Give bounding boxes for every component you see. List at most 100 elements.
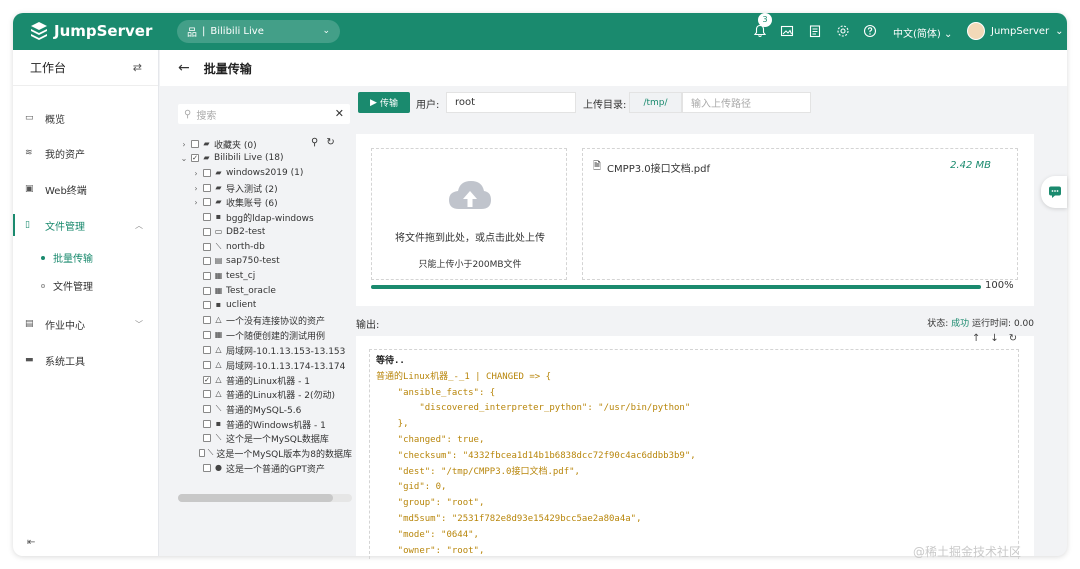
- sidebar-item-job-center[interactable]: ▤ 作业中心 ﹀: [13, 313, 159, 335]
- file-item[interactable]: 🗎 CMPP3.0接口文档.pdf: [593, 159, 1007, 176]
- image-icon[interactable]: [780, 24, 794, 38]
- swap-icon[interactable]: ⇄: [133, 61, 142, 74]
- tree-checkbox[interactable]: [203, 346, 211, 354]
- watermark: @稀土掘金技术社区: [913, 545, 1022, 559]
- tree-node[interactable]: ▦ Test_oracle: [192, 284, 276, 298]
- tree-checkbox[interactable]: ✓: [191, 154, 199, 162]
- jumpserver-logo-icon: [31, 22, 47, 40]
- console-line: 等待..: [376, 356, 405, 366]
- tree-checkbox[interactable]: [203, 464, 211, 472]
- tree-node-label: Bilibili Live (18): [214, 153, 284, 163]
- tree-node[interactable]: ▪ bgg的ldap-windows: [192, 210, 314, 224]
- tree-node[interactable]: ▭ DB2-test: [192, 225, 265, 239]
- refresh-icon[interactable]: ↻: [1009, 333, 1017, 344]
- scrollbar-thumb[interactable]: [178, 494, 333, 502]
- tree-node[interactable]: ● 这是一个普通的GPT资产: [192, 461, 325, 475]
- upload-path-input[interactable]: 输入上传路径: [682, 92, 811, 113]
- expand-toggle-icon[interactable]: ⌄: [180, 154, 188, 163]
- tree-checkbox[interactable]: [203, 434, 211, 442]
- sidebar-sub-batch-transfer[interactable]: 批量传输: [41, 250, 93, 265]
- expand-toggle-icon[interactable]: ›: [192, 198, 200, 207]
- console-line: "dest": "/tmp/CMPP3.0接口文档.pdf",: [376, 466, 580, 477]
- upload-dir-prefix: /tmp/: [629, 92, 682, 113]
- tree-checkbox[interactable]: [203, 301, 211, 309]
- refresh-icon[interactable]: ↻: [326, 137, 334, 148]
- collapse-sidebar-icon[interactable]: ⇤: [27, 537, 35, 548]
- logo[interactable]: JumpServer: [29, 21, 152, 41]
- tree-checkbox[interactable]: [203, 420, 211, 428]
- tree-node-label: Test_oracle: [226, 286, 276, 296]
- clipboard-icon[interactable]: [808, 24, 822, 38]
- tree-checkbox[interactable]: ✓: [203, 376, 211, 384]
- sidebar-item-my-assets[interactable]: ≋ 我的资产: [13, 142, 159, 164]
- search-icon[interactable]: ⚲: [311, 137, 318, 148]
- tree-checkbox[interactable]: [203, 287, 211, 295]
- tree-node[interactable]: ⟍ 这个是一个MySQL数据库: [192, 431, 329, 445]
- tree-node[interactable]: ✓ △ 普通的Linux机器 - 1: [192, 373, 310, 387]
- tree-node[interactable]: ▤ sap750-test: [192, 254, 280, 268]
- back-arrow-icon[interactable]: ←: [178, 60, 190, 76]
- sidebar-item-system-tools[interactable]: ▬ 系统工具: [13, 349, 159, 371]
- help-icon[interactable]: [863, 24, 877, 38]
- tree-node[interactable]: ⌄ ✓ ▰ Bilibili Live (18): [180, 151, 284, 165]
- tree-checkbox[interactable]: [203, 272, 211, 280]
- tree-node[interactable]: ▦ 一个随便创建的测试用例: [192, 328, 325, 342]
- chat-widget[interactable]: [1041, 176, 1067, 208]
- tree-checkbox[interactable]: [199, 449, 205, 457]
- tree-checkbox[interactable]: [203, 169, 211, 177]
- tree-checkbox[interactable]: [203, 198, 211, 206]
- tree-checkbox[interactable]: [203, 184, 211, 192]
- tree-node[interactable]: › ▰ 导入测试 (2): [192, 181, 278, 195]
- tree-search-input[interactable]: ⚲ 搜索 ✕: [178, 104, 350, 124]
- tree-node[interactable]: › ▰ windows2019 (1): [192, 166, 303, 180]
- arrow-up-icon[interactable]: ↑: [972, 333, 980, 344]
- tree-checkbox[interactable]: [203, 390, 211, 398]
- document-icon: 🗎: [593, 161, 602, 172]
- tree-node[interactable]: › ▰ 收集账号 (6): [192, 195, 277, 209]
- tree-node[interactable]: ⟍ north-db: [192, 240, 265, 254]
- expand-toggle-icon[interactable]: ›: [192, 169, 200, 178]
- console-line: "changed": true,: [376, 434, 485, 445]
- tree-node[interactable]: △ 一个没有连接协议的资产: [192, 313, 325, 327]
- arrow-down-icon[interactable]: ↓: [990, 333, 998, 344]
- sidebar-item-file-management[interactable]: ▯ 文件管理 ︿: [13, 214, 159, 236]
- tree-checkbox[interactable]: [203, 331, 211, 339]
- cloud-upload-icon: [449, 181, 491, 209]
- sidebar-sub-file-management[interactable]: 文件管理: [41, 278, 93, 293]
- upload-button[interactable]: ▶ 传输: [358, 92, 410, 113]
- tree-checkbox[interactable]: [203, 405, 211, 413]
- expand-toggle-icon[interactable]: ›: [180, 140, 188, 149]
- org-selector[interactable]: 品 | Bilibili Live ⌄: [177, 20, 340, 43]
- gear-icon[interactable]: [836, 24, 850, 38]
- expand-toggle-icon[interactable]: ›: [192, 184, 200, 193]
- tree-node[interactable]: △ 普通的Linux机器 - 2(勿动): [192, 387, 335, 401]
- tree-node[interactable]: ▦ test_cj: [192, 269, 255, 283]
- tree-node[interactable]: ⟍ 普通的MySQL-5.6: [192, 402, 301, 416]
- tree-checkbox[interactable]: [203, 361, 211, 369]
- tree-node-label: 普通的Windows机器 - 1: [226, 420, 326, 431]
- user-input[interactable]: root: [446, 92, 576, 113]
- sidebar-item-overview[interactable]: ▭ 概览: [13, 107, 159, 129]
- tree-node[interactable]: ▪ uclient: [192, 298, 256, 312]
- tree-horizontal-scrollbar[interactable]: [178, 494, 352, 502]
- tree-node[interactable]: △ 局域网-10.1.13.174-13.174: [192, 358, 345, 372]
- tree-checkbox[interactable]: [203, 257, 211, 265]
- tree-checkbox[interactable]: [203, 228, 211, 236]
- upload-dropzone[interactable]: 将文件拖到此处，或点击此处上传 只能上传小于200MB文件: [371, 148, 567, 280]
- tree-node[interactable]: › ▰ 收藏夹 (0): [180, 137, 256, 151]
- tree-node[interactable]: △ 局域网-10.1.13.153-13.153: [192, 343, 345, 357]
- sidebar-item-web-terminal[interactable]: ▣ Web终端: [13, 178, 159, 200]
- tree-checkbox[interactable]: [203, 243, 211, 251]
- dropzone-text: 将文件拖到此处，或点击此处上传: [395, 233, 545, 244]
- user-menu[interactable]: JumpServer ⌄: [967, 22, 1064, 40]
- asset-icon: ▪: [215, 300, 222, 309]
- language-selector[interactable]: 中文(简体) ⌄: [893, 25, 952, 40]
- tree-node[interactable]: ⟍ 这是一个MySQL版本为8的数据库: [192, 446, 352, 460]
- tree-checkbox[interactable]: [203, 213, 211, 221]
- tree-checkbox[interactable]: [203, 316, 211, 324]
- tree-node[interactable]: ▪ 普通的Windows机器 - 1: [192, 417, 326, 431]
- tree-checkbox[interactable]: [191, 140, 199, 148]
- tree-node-label: 导入测试 (2): [226, 184, 278, 195]
- execution-status: 状态: 成功 运行时间: 0.00: [927, 319, 1034, 329]
- close-icon[interactable]: ✕: [335, 107, 344, 120]
